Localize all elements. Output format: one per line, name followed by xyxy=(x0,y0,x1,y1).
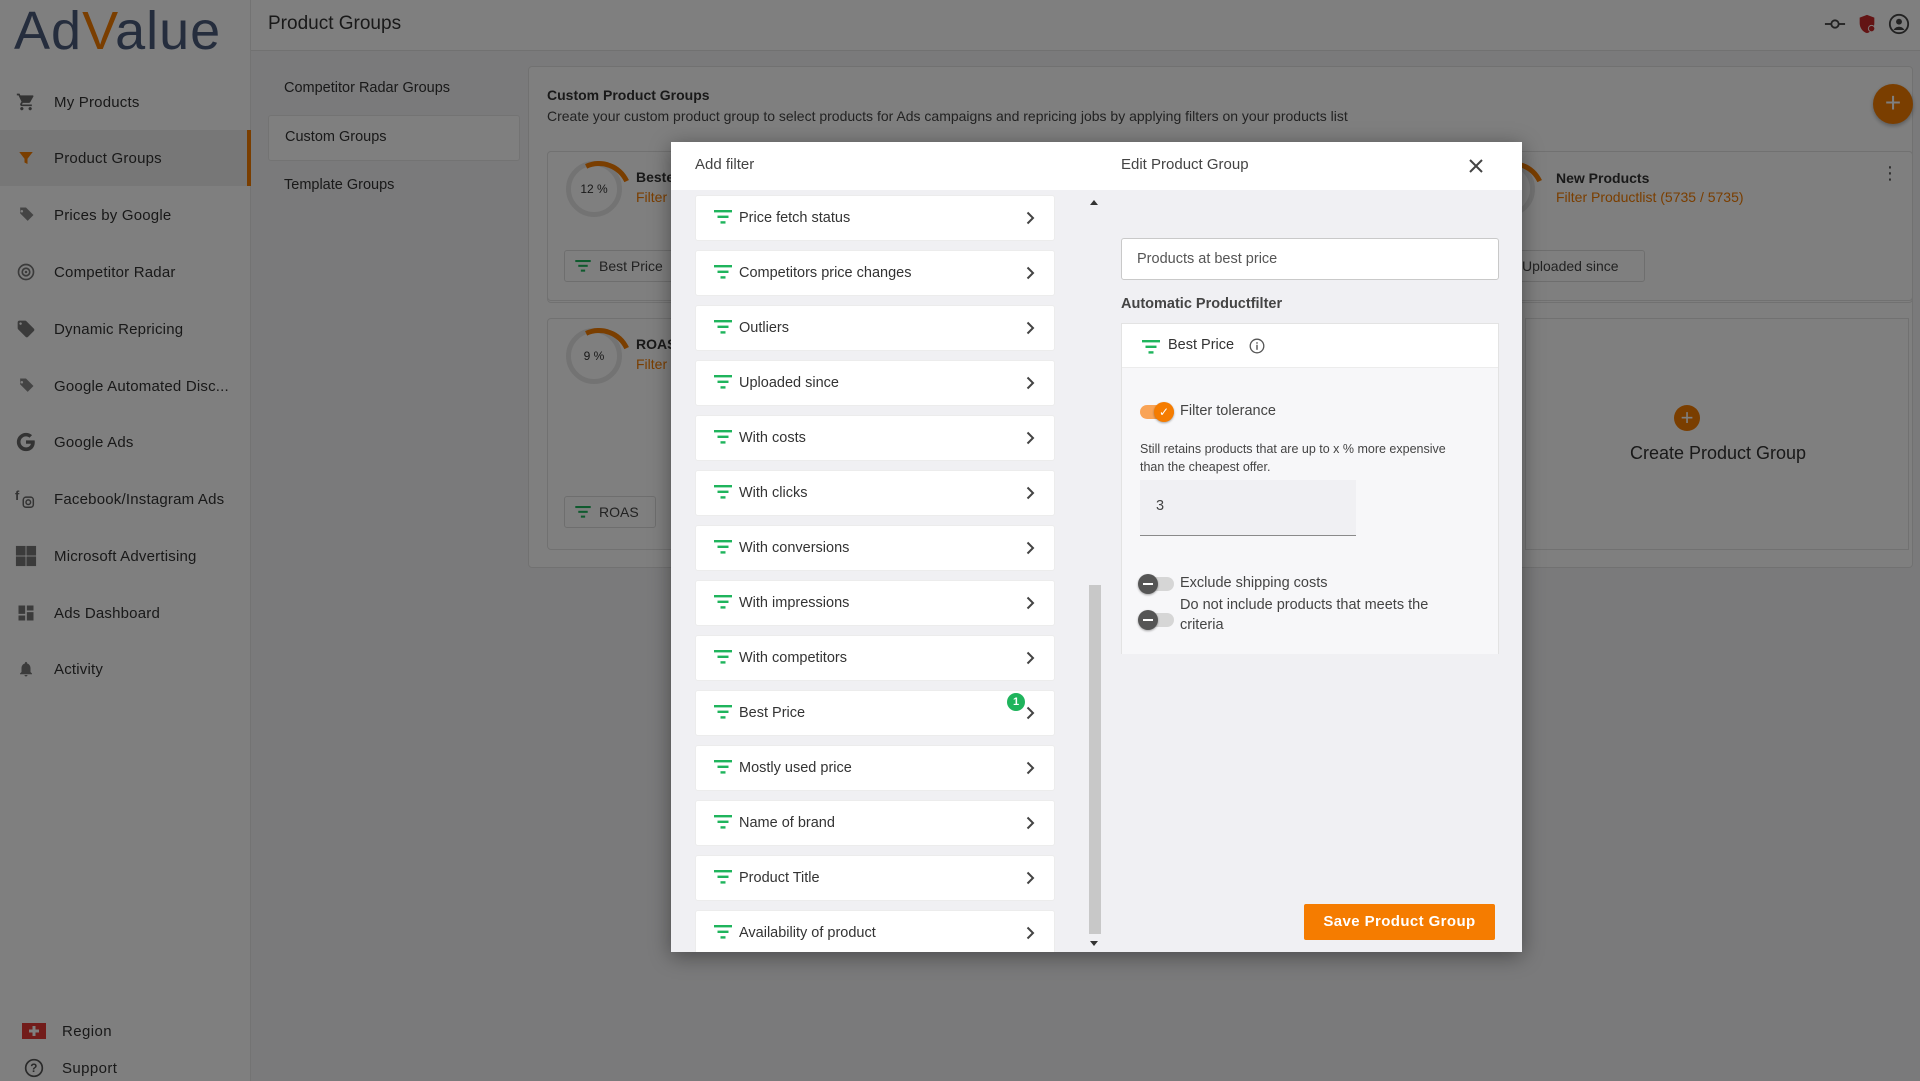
close-icon[interactable] xyxy=(1464,154,1488,178)
minus-icon xyxy=(1138,574,1158,594)
chevron-right-icon xyxy=(1026,211,1035,225)
filter-tolerance-label: Filter tolerance xyxy=(1180,403,1276,419)
filter-lines-icon xyxy=(714,320,732,334)
add-filter-title: Add filter xyxy=(695,156,755,173)
best-price-filter-panel: Best Price ✓ Filter tolerance Still reta… xyxy=(1121,323,1499,654)
chevron-right-icon xyxy=(1026,376,1035,390)
filter-item-label: Competitors price changes xyxy=(739,265,912,281)
best-price-filter-header[interactable]: Best Price xyxy=(1122,324,1498,368)
filter-lines-icon xyxy=(714,540,732,554)
best-price-filter-settings: ✓ Filter tolerance Still retains product… xyxy=(1122,368,1498,654)
save-product-group-button[interactable]: Save Product Group xyxy=(1304,904,1495,940)
filter-item-with-clicks[interactable]: With clicks xyxy=(695,470,1055,516)
filter-lines-icon xyxy=(714,485,732,499)
filter-item-label: Name of brand xyxy=(739,815,835,831)
not-include-label: Do not include products that meets the c… xyxy=(1180,597,1429,633)
filter-item-label: With clicks xyxy=(739,485,808,501)
chevron-right-icon xyxy=(1026,816,1035,830)
filter-lines-icon xyxy=(714,760,732,774)
filter-item-name-of-brand[interactable]: Name of brand xyxy=(695,800,1055,846)
minus-icon xyxy=(1138,610,1158,630)
filter-item-best-price[interactable]: Best Price 1 xyxy=(695,690,1055,736)
filter-item-label: Uploaded since xyxy=(739,375,839,391)
check-icon: ✓ xyxy=(1154,402,1174,422)
best-price-filter-title: Best Price xyxy=(1168,337,1235,353)
filter-item-label: Price fetch status xyxy=(739,210,851,226)
filter-lines-icon xyxy=(714,265,732,279)
filter-lines-icon xyxy=(714,705,732,719)
not-include-toggle[interactable] xyxy=(1138,610,1174,630)
filter-item-availability-of-product[interactable]: Availability of product xyxy=(695,910,1055,952)
filter-item-label: With costs xyxy=(739,430,806,446)
edit-product-group-dialog: Add filter Edit Product Group Price fetc… xyxy=(671,142,1522,952)
chevron-right-icon xyxy=(1026,431,1035,445)
chevron-right-icon xyxy=(1026,761,1035,775)
filter-item-label: Outliers xyxy=(739,320,789,336)
chevron-right-icon xyxy=(1026,321,1035,335)
edit-group-pane: Automatic Productfilter Best Price ✓ Fil… xyxy=(1104,190,1522,952)
filter-item-uploaded-since[interactable]: Uploaded since xyxy=(695,360,1055,406)
filter-item-label: With conversions xyxy=(739,540,850,556)
filter-list: Price fetch status Competitors price cha… xyxy=(671,190,1086,952)
filter-item-mostly-used-price[interactable]: Mostly used price xyxy=(695,745,1055,791)
filter-item-with-conversions[interactable]: With conversions xyxy=(695,525,1055,571)
scroll-up-arrow-icon[interactable] xyxy=(1090,200,1098,205)
chevron-right-icon xyxy=(1026,266,1035,280)
edit-group-title: Edit Product Group xyxy=(1121,156,1249,173)
filter-item-with-competitors[interactable]: With competitors xyxy=(695,635,1055,681)
filter-item-product-title[interactable]: Product Title xyxy=(695,855,1055,901)
exclude-shipping-toggle[interactable] xyxy=(1138,574,1174,594)
filter-lines-icon xyxy=(714,815,732,829)
filter-tolerance-toggle[interactable]: ✓ xyxy=(1140,402,1174,422)
filter-item-label: Product Title xyxy=(739,870,820,886)
chevron-right-icon xyxy=(1026,871,1035,885)
tolerance-value: 3 xyxy=(1156,498,1165,514)
info-icon[interactable] xyxy=(1249,338,1265,354)
filter-item-label: Mostly used price xyxy=(739,760,852,776)
scroll-down-arrow-icon[interactable] xyxy=(1090,941,1098,946)
group-name-input[interactable] xyxy=(1121,238,1499,280)
chevron-right-icon xyxy=(1026,596,1035,610)
chevron-right-icon xyxy=(1026,926,1035,940)
tolerance-value-input[interactable]: 3 xyxy=(1140,480,1356,536)
chevron-right-icon xyxy=(1026,651,1035,665)
automatic-productfilter-label: Automatic Productfilter xyxy=(1121,296,1283,312)
scrollbar-thumb[interactable] xyxy=(1089,585,1101,934)
filter-tolerance-description: Still retains products that are up to x … xyxy=(1140,442,1446,474)
filter-item-with-costs[interactable]: With costs xyxy=(695,415,1055,461)
filter-lines-icon xyxy=(1142,340,1160,354)
filter-item-label: With impressions xyxy=(739,595,850,611)
filter-item-with-impressions[interactable]: With impressions xyxy=(695,580,1055,626)
filter-item-price-fetch-status[interactable]: Price fetch status xyxy=(695,195,1055,241)
exclude-shipping-label: Exclude shipping costs xyxy=(1180,575,1328,591)
filter-lines-icon xyxy=(714,870,732,884)
filter-lines-icon xyxy=(714,595,732,609)
filter-item-label: Best Price xyxy=(739,705,806,721)
filter-lines-icon xyxy=(714,430,732,444)
filter-lines-icon xyxy=(714,925,732,939)
chevron-right-icon xyxy=(1026,541,1035,555)
filter-item-label: With competitors xyxy=(739,650,847,666)
filter-item-label: Availability of product xyxy=(739,925,876,941)
chevron-right-icon xyxy=(1026,486,1035,500)
filter-lines-icon xyxy=(714,210,732,224)
chevron-right-icon xyxy=(1026,706,1035,720)
filter-lines-icon xyxy=(714,375,732,389)
filter-item-competitors-price-changes[interactable]: Competitors price changes xyxy=(695,250,1055,296)
filter-item-outliers[interactable]: Outliers xyxy=(695,305,1055,351)
filter-list-scrollbar[interactable] xyxy=(1082,190,1104,952)
filter-lines-icon xyxy=(714,650,732,664)
